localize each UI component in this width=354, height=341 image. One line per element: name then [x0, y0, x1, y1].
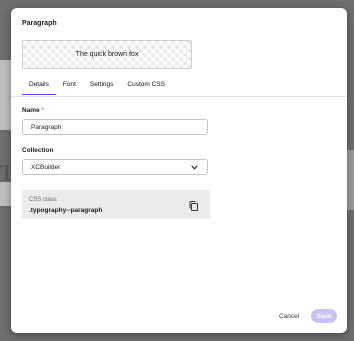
collection-select[interactable]: XCBuilder — [22, 159, 208, 175]
dialog-title: Paragraph — [22, 20, 57, 27]
tab-bar: Details Font Settings Custom CSS — [22, 81, 172, 95]
tab-custom-css[interactable]: Custom CSS — [120, 81, 172, 95]
background-right-panel — [346, 150, 354, 210]
name-label-text: Name — [22, 107, 40, 114]
collection-select-value: XCBuilder — [31, 163, 61, 171]
save-button[interactable]: Save — [311, 309, 337, 323]
copy-icon[interactable] — [188, 199, 200, 211]
css-class-value: .typography--paragraph — [29, 207, 103, 214]
css-class-label: CSS class — [29, 197, 57, 203]
name-label: Name * — [22, 107, 44, 114]
paragraph-style-dialog: Paragraph The quick brown fox Details Fo… — [11, 8, 347, 333]
collection-label: Collection — [22, 147, 54, 154]
tab-settings[interactable]: Settings — [83, 81, 121, 95]
chevron-down-icon — [189, 162, 199, 172]
preview-text: The quick brown fox — [75, 51, 139, 58]
name-input-value: Paragraph — [31, 123, 62, 131]
tabs-divider — [11, 96, 347, 97]
name-input[interactable]: Paragraph — [22, 119, 208, 135]
cancel-button[interactable]: Cancel — [279, 313, 299, 320]
required-marker: * — [41, 107, 45, 114]
tab-font[interactable]: Font — [56, 81, 83, 95]
tab-details[interactable]: Details — [22, 81, 56, 95]
typography-preview: The quick brown fox — [22, 40, 192, 69]
css-class-panel: CSS class .typography--paragraph — [22, 190, 210, 219]
